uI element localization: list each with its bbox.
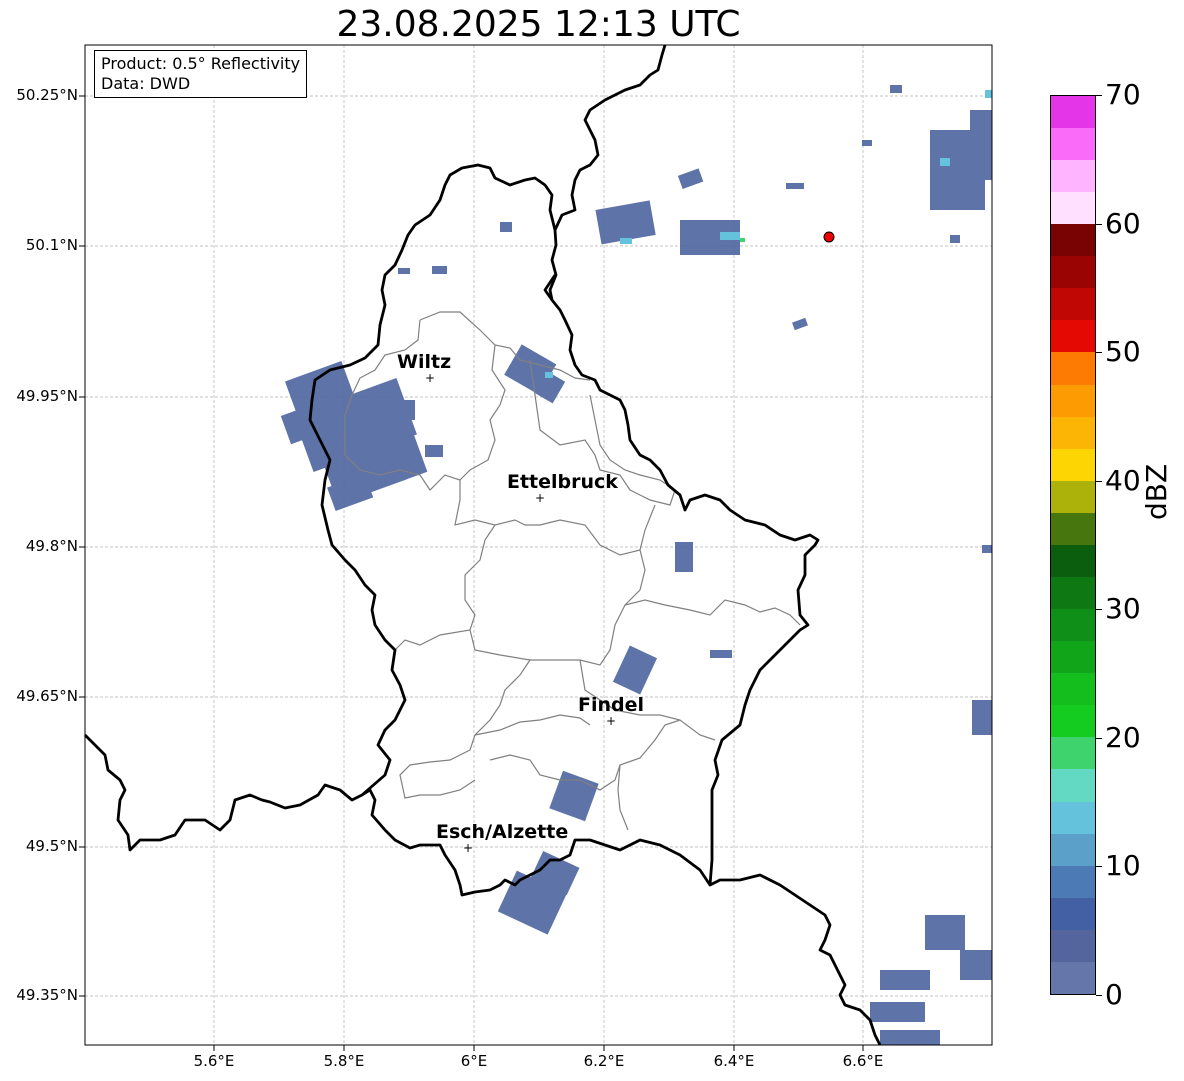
colorbar-tick-label: 0 bbox=[1105, 978, 1123, 1011]
colorbar-segment bbox=[1051, 929, 1095, 962]
lat-label: 49.65°N bbox=[16, 687, 78, 705]
city-marker-esch: + bbox=[463, 841, 474, 855]
colorbar-segment bbox=[1051, 833, 1095, 866]
colorbar-segment bbox=[1051, 320, 1095, 353]
colorbar-tick bbox=[1096, 95, 1102, 96]
colorbar-tick-label: 30 bbox=[1105, 592, 1141, 626]
colorbar-segment bbox=[1051, 961, 1095, 994]
city-marker-findel: + bbox=[606, 714, 617, 728]
colorbar-segment bbox=[1051, 801, 1095, 834]
colorbar-segment bbox=[1051, 609, 1095, 642]
colorbar-segment bbox=[1051, 544, 1095, 577]
city-label-esch: Esch/Alzette bbox=[436, 821, 569, 843]
lon-label: 6.4°E bbox=[713, 1052, 755, 1070]
colorbar-segment bbox=[1051, 384, 1095, 417]
city-marker-ettelbruck: + bbox=[535, 491, 546, 505]
colorbar-segment bbox=[1051, 737, 1095, 770]
colorbar-tick bbox=[1096, 480, 1102, 482]
city-label-wiltz: Wiltz bbox=[397, 351, 452, 373]
colorbar-segment bbox=[1051, 256, 1095, 289]
colorbar-tick bbox=[1096, 609, 1102, 611]
city-marker-wiltz: + bbox=[425, 371, 436, 385]
lat-label: 50.1°N bbox=[25, 236, 78, 254]
colorbar-tick-label: 40 bbox=[1105, 463, 1141, 497]
colorbar-tick bbox=[1096, 995, 1102, 996]
lon-label: 6°E bbox=[460, 1052, 488, 1070]
colorbar-tick-label: 70 bbox=[1105, 78, 1141, 111]
colorbar-segment bbox=[1051, 448, 1095, 481]
colorbar-segment bbox=[1051, 705, 1095, 738]
colorbar-segment bbox=[1051, 673, 1095, 706]
colorbar-tick bbox=[1096, 866, 1102, 868]
colorbar-segment bbox=[1051, 769, 1095, 802]
colorbar-unit: dBZ bbox=[1140, 463, 1173, 520]
colorbar-tick-label: 50 bbox=[1105, 335, 1141, 369]
colorbar-segment bbox=[1051, 512, 1095, 545]
lon-label: 6.2°E bbox=[583, 1052, 625, 1070]
colorbar-segment bbox=[1051, 192, 1095, 225]
colorbar-tick-label: 10 bbox=[1105, 849, 1141, 883]
location-marker[interactable] bbox=[823, 231, 835, 243]
colorbar-tick-label: 20 bbox=[1105, 720, 1141, 754]
colorbar-segment bbox=[1051, 352, 1095, 385]
lat-label: 49.35°N bbox=[16, 986, 78, 1004]
echo-green bbox=[740, 238, 745, 242]
colorbar-segment bbox=[1051, 95, 1095, 128]
colorbar-tick bbox=[1096, 223, 1102, 225]
colorbar-segment bbox=[1051, 865, 1095, 898]
lat-label: 49.95°N bbox=[16, 387, 78, 405]
lon-label: 6.6°E bbox=[842, 1052, 884, 1070]
colorbar-segment bbox=[1051, 576, 1095, 610]
city-label-ettelbruck: Ettelbruck bbox=[507, 471, 618, 493]
colorbar bbox=[1050, 95, 1096, 995]
city-label-findel: Findel bbox=[578, 694, 645, 716]
colorbar-segment bbox=[1051, 288, 1095, 321]
colorbar-segment bbox=[1051, 127, 1095, 160]
radar-map[interactable] bbox=[0, 0, 1184, 1081]
colorbar-segment bbox=[1051, 480, 1095, 513]
data-source-label: Data: DWD bbox=[101, 74, 191, 93]
colorbar-segment bbox=[1051, 416, 1095, 449]
colorbar-segment bbox=[1051, 897, 1095, 930]
product-label: Product: 0.5° Reflectivity bbox=[101, 54, 301, 73]
lon-label: 5.8°E bbox=[323, 1052, 365, 1070]
colorbar-tick bbox=[1096, 352, 1102, 354]
colorbar-segment bbox=[1051, 641, 1095, 674]
colorbar-tick bbox=[1096, 737, 1102, 739]
lat-label: 50.25°N bbox=[16, 86, 78, 104]
colorbar-segment bbox=[1051, 159, 1095, 193]
lat-label: 49.8°N bbox=[25, 537, 78, 555]
colorbar-tick-label: 60 bbox=[1105, 206, 1141, 240]
lon-label: 5.6°E bbox=[193, 1052, 235, 1070]
lat-label: 49.5°N bbox=[25, 837, 78, 855]
colorbar-segment bbox=[1051, 224, 1095, 257]
info-box: Product: 0.5° Reflectivity Data: DWD bbox=[94, 50, 308, 98]
